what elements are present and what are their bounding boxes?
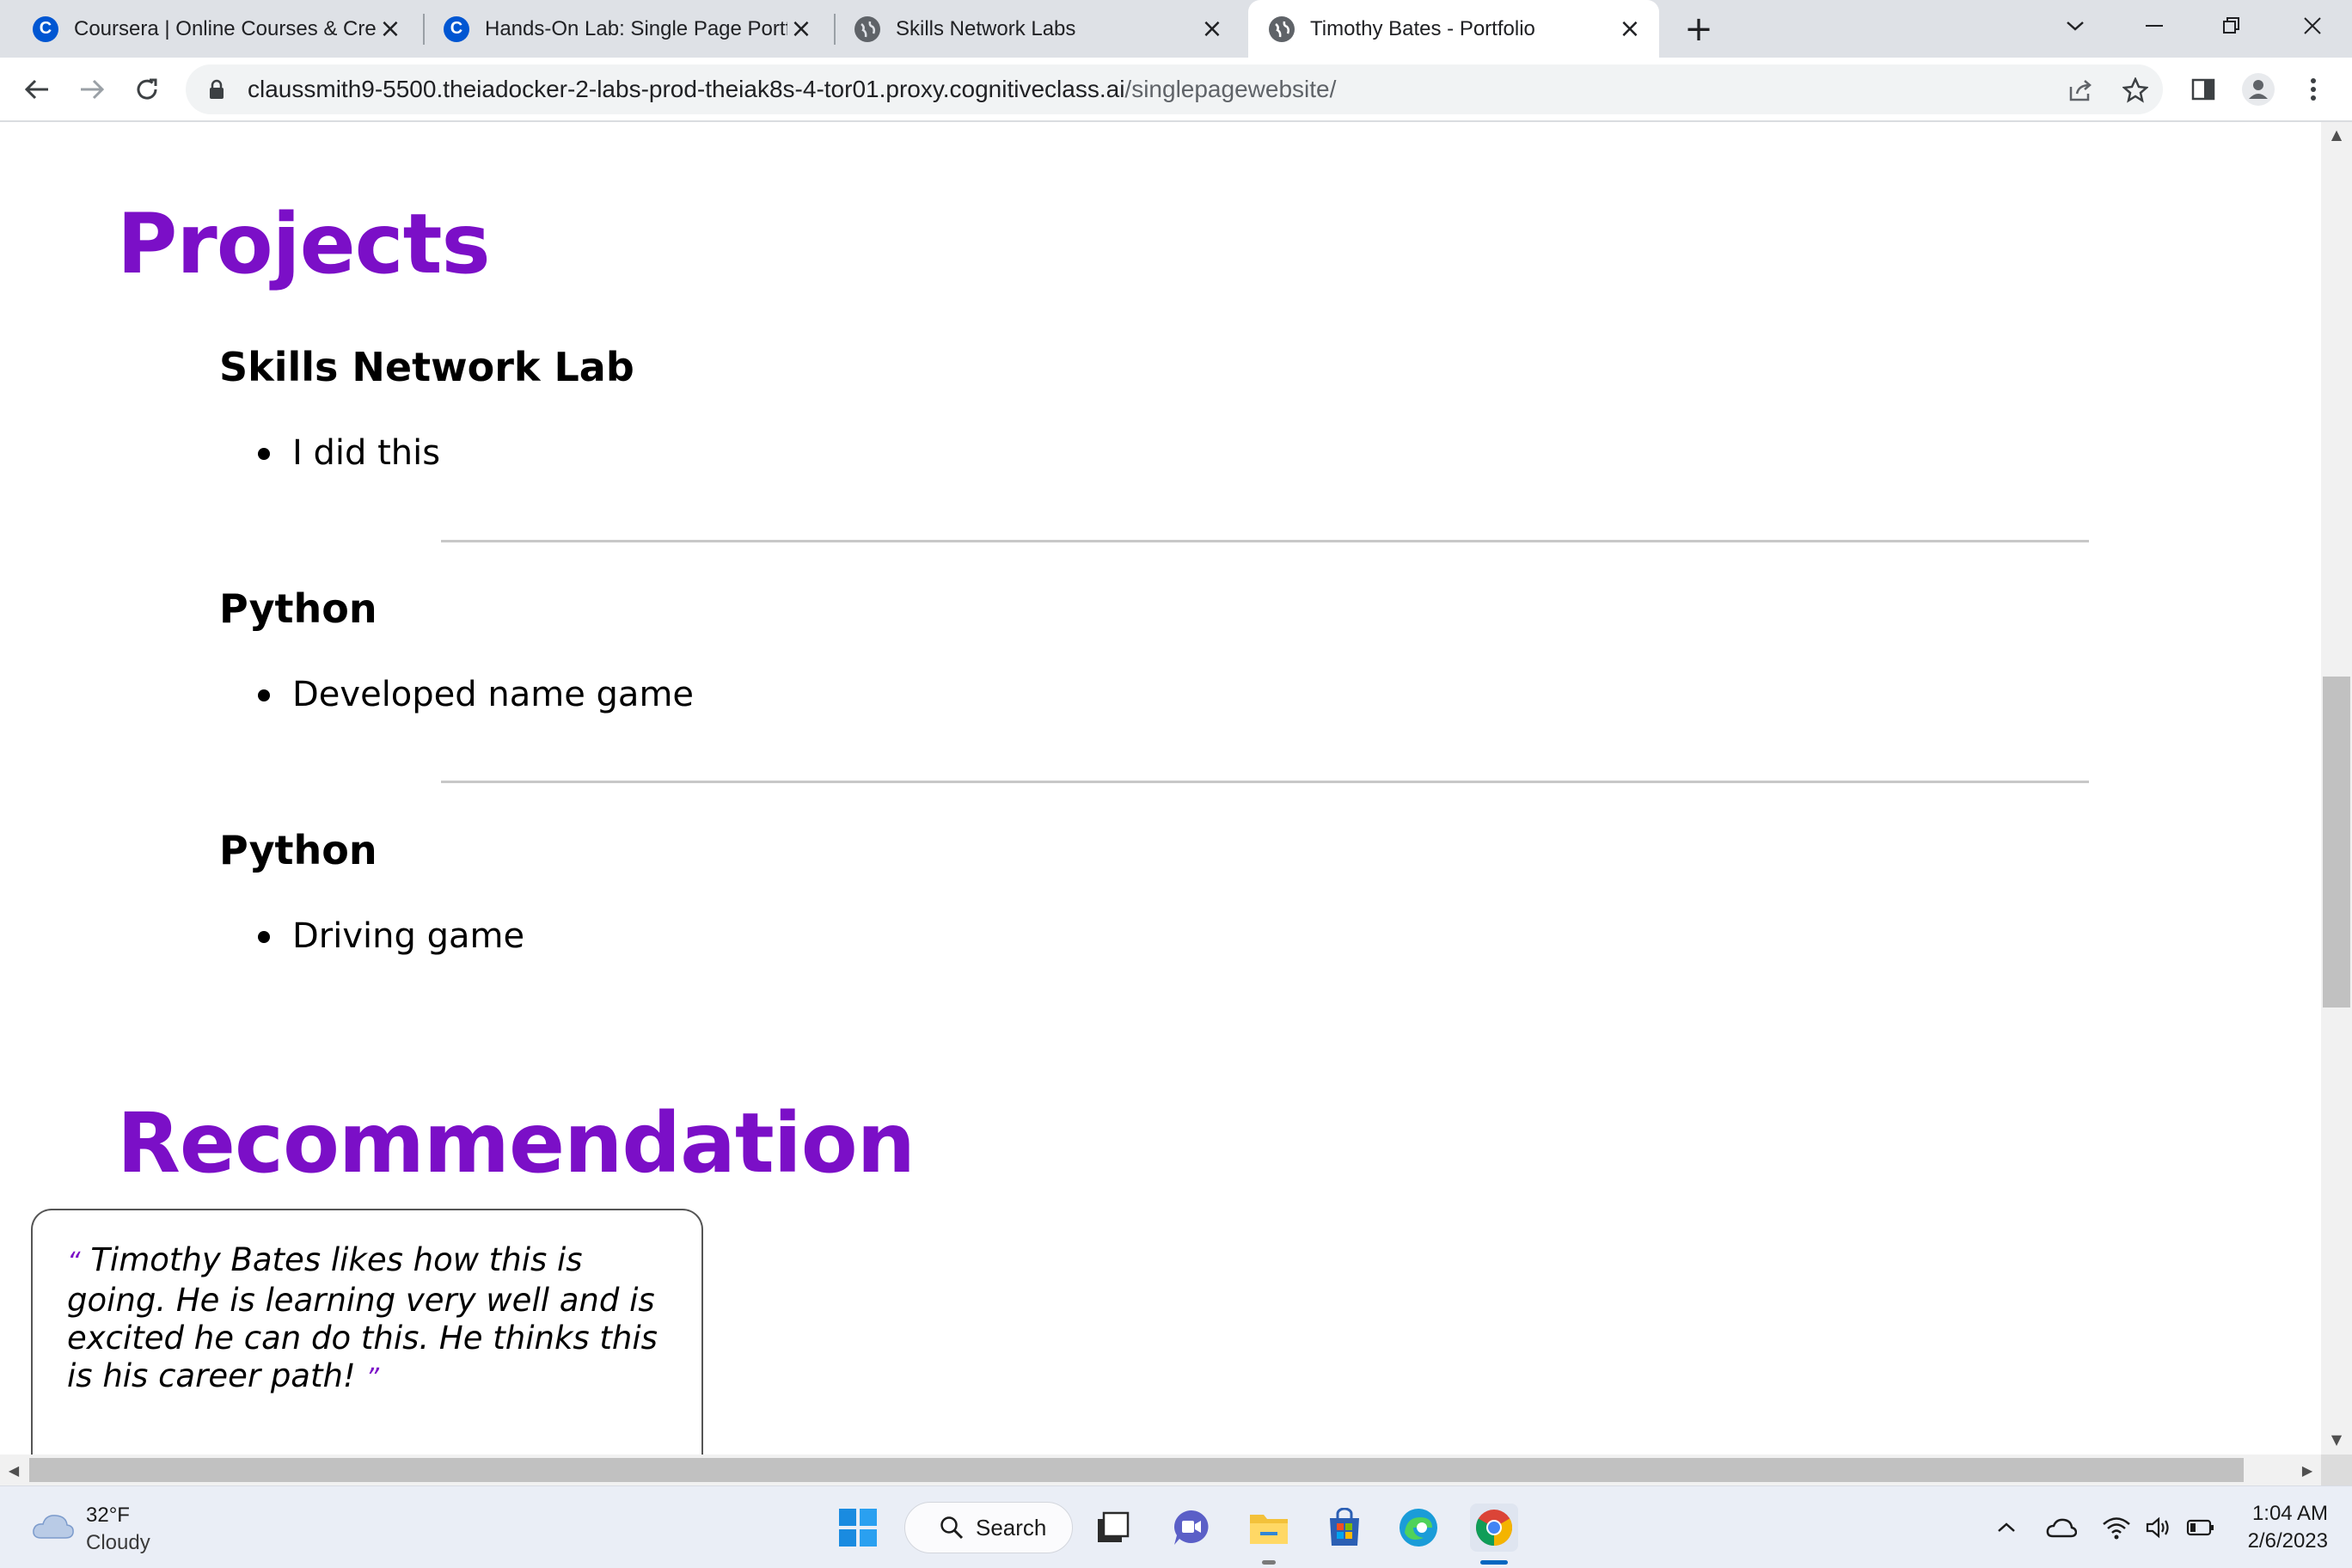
bullet-icon <box>258 448 270 460</box>
menu-kebab-icon[interactable] <box>2294 70 2333 109</box>
chrome-browser-icon[interactable] <box>1470 1504 1518 1552</box>
forward-arrow-icon[interactable] <box>72 70 112 109</box>
file-explorer-icon[interactable] <box>1245 1504 1293 1552</box>
recommendation-text: Timothy Bates likes how this is going. H… <box>67 1241 658 1394</box>
profile-avatar-icon[interactable] <box>2239 70 2278 109</box>
project-title: Python <box>219 585 377 632</box>
open-quote-mark: “ <box>67 1247 81 1277</box>
project-item-text: Driving game <box>292 916 525 956</box>
teams-chat-icon[interactable] <box>1167 1504 1216 1552</box>
url-text[interactable]: claussmith9-5500.theiadocker-2-labs-prod… <box>248 76 1336 103</box>
project-item-text: Developed name game <box>292 675 695 714</box>
wifi-icon[interactable] <box>2099 1510 2134 1545</box>
scroll-left-arrow-icon[interactable]: ◀ <box>5 1461 22 1479</box>
weather-temperature[interactable]: 32°F <box>86 1504 130 1528</box>
tab-title: Hands-On Lab: Single Page Portfolio <box>485 16 787 40</box>
horizontal-scrollbar-thumb[interactable] <box>29 1458 2244 1482</box>
scroll-down-arrow-icon[interactable]: ▼ <box>2328 1430 2345 1448</box>
url-path: /singlepagewebsite/ <box>1124 76 1337 102</box>
tab-search-chevron-icon[interactable] <box>2053 7 2098 45</box>
tab-portfolio[interactable]: Timothy Bates - Portfolio × <box>1248 0 1659 58</box>
recommendation-heading: Recommendation <box>117 1095 916 1191</box>
page-viewport: Projects Skills Network Lab I did this P… <box>0 122 2321 1455</box>
address-bar[interactable]: claussmith9-5500.theiadocker-2-labs-prod… <box>186 64 2163 114</box>
taskbar-search-button[interactable]: Search <box>904 1502 1073 1553</box>
coursera-icon: C <box>33 15 58 42</box>
volume-icon[interactable] <box>2142 1510 2177 1545</box>
search-label: Search <box>976 1514 1047 1540</box>
scroll-right-arrow-icon[interactable]: ▶ <box>2299 1461 2316 1479</box>
clock-time: 1:04 AM <box>2251 1502 2328 1525</box>
show-hidden-icons-chevron-icon[interactable] <box>1989 1510 2024 1545</box>
close-window-icon[interactable] <box>2290 7 2335 45</box>
system-clock[interactable]: 1:04 AM 2/6/2023 <box>2225 1500 2328 1555</box>
active-app-indicator <box>1480 1560 1508 1565</box>
recommendation-quote: “ Timothy Bates likes how this is going.… <box>67 1241 686 1398</box>
scroll-up-arrow-icon[interactable]: ▲ <box>2328 126 2345 143</box>
globe-icon <box>1269 15 1295 42</box>
tab-hands-on-lab[interactable]: C Hands-On Lab: Single Page Portfolio × <box>411 0 830 58</box>
project-list-item: I did this <box>258 433 440 473</box>
reload-icon[interactable] <box>127 70 167 109</box>
project-title: Skills Network Lab <box>219 344 634 390</box>
windows-taskbar: 32°F Cloudy Search 1:04 AM 2/6/2023 <box>0 1485 2352 1568</box>
projects-heading: Projects <box>117 196 491 292</box>
tab-title: Coursera | Online Courses & Credentials <box>74 16 377 40</box>
tab-skills-network[interactable]: Skills Network Labs × <box>822 0 1241 58</box>
search-icon <box>940 1516 964 1540</box>
lock-icon[interactable] <box>205 77 229 101</box>
share-icon[interactable] <box>2063 73 2098 107</box>
weather-description[interactable]: Cloudy <box>86 1531 150 1555</box>
scrollbar-corner <box>2321 1455 2352 1485</box>
recommendation-card: “ Timothy Bates likes how this is going.… <box>31 1209 703 1455</box>
divider <box>441 540 2089 542</box>
task-view-icon[interactable] <box>1088 1504 1136 1552</box>
cloud-weather-icon[interactable] <box>31 1510 76 1541</box>
close-tab-icon[interactable]: × <box>787 14 815 44</box>
project-list-item: Developed name game <box>258 675 694 714</box>
url-host: claussmith9-5500.theiadocker-2-labs-prod… <box>248 76 1125 102</box>
project-item-text: I did this <box>292 433 441 473</box>
tab-title: Timothy Bates - Portfolio <box>1310 16 1535 40</box>
edge-browser-icon[interactable] <box>1394 1504 1442 1552</box>
browser-toolbar: claussmith9-5500.theiadocker-2-labs-prod… <box>0 58 2352 122</box>
microsoft-store-icon[interactable] <box>1320 1504 1369 1552</box>
close-tab-icon[interactable]: × <box>1616 14 1644 44</box>
windows-start-icon[interactable] <box>834 1504 882 1552</box>
tab-coursera[interactable]: C Coursera | Online Courses & Credential… <box>0 0 420 58</box>
close-tab-icon[interactable]: × <box>377 14 404 44</box>
battery-icon[interactable] <box>2184 1510 2218 1545</box>
running-indicator <box>1262 1560 1276 1565</box>
bullet-icon <box>258 689 270 701</box>
vertical-scrollbar-thumb[interactable] <box>2323 677 2350 1008</box>
clock-date: 2/6/2023 <box>2247 1529 2328 1553</box>
project-list-item: Driving game <box>258 916 524 956</box>
tab-title: Skills Network Labs <box>896 16 1076 40</box>
coursera-icon: C <box>444 15 469 42</box>
project-title: Python <box>219 827 377 873</box>
bookmark-star-icon[interactable] <box>2118 73 2153 107</box>
minimize-icon[interactable] <box>2132 7 2177 45</box>
onedrive-cloud-icon[interactable] <box>2044 1510 2079 1545</box>
back-arrow-icon[interactable] <box>17 70 57 109</box>
close-tab-icon[interactable]: × <box>1198 14 1226 44</box>
bullet-icon <box>258 931 270 943</box>
divider <box>441 781 2089 783</box>
new-tab-button[interactable]: + <box>1680 9 1718 49</box>
restore-icon[interactable] <box>2209 7 2254 45</box>
tab-strip: C Coursera | Online Courses & Credential… <box>0 0 2352 58</box>
side-panel-icon[interactable] <box>2184 70 2223 109</box>
globe-icon <box>854 15 880 42</box>
close-quote-mark: ” <box>365 1363 380 1393</box>
